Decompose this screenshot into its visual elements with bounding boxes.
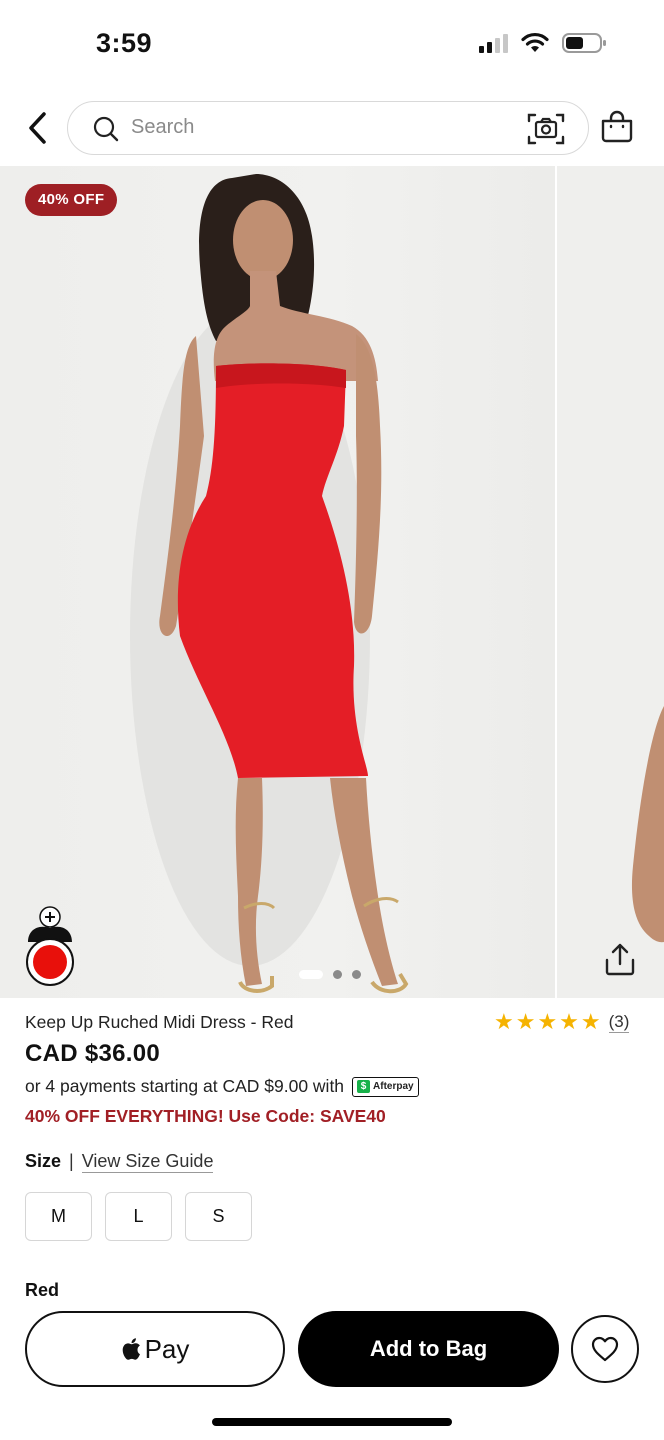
share-button[interactable]: [602, 942, 638, 983]
wifi-icon: [521, 32, 549, 52]
size-option-l[interactable]: L: [105, 1192, 172, 1241]
top-nav: Search: [0, 96, 664, 162]
carousel-dot[interactable]: [333, 970, 342, 979]
apple-pay-label: Pay: [144, 1333, 190, 1364]
live-video-button[interactable]: [24, 906, 76, 986]
status-icons: [479, 32, 608, 54]
status-bar: 3:59: [0, 0, 664, 90]
next-image-arm: [631, 706, 664, 943]
installment-text: or 4 payments starting at CAD $9.00 with: [25, 1076, 345, 1096]
apple-logo-icon: [122, 1338, 140, 1360]
search-input[interactable]: Search: [67, 101, 589, 155]
afterpay-label: Afterpay: [373, 1081, 414, 1092]
apple-pay-button[interactable]: Pay: [25, 1311, 285, 1387]
afterpay-badge[interactable]: $ Afterpay: [352, 1076, 419, 1097]
promo-message: 40% OFF EVERYTHING! Use Code: SAVE40: [25, 1106, 386, 1126]
product-rating[interactable]: ★★★★★ (3): [494, 1009, 630, 1034]
product-image: [0, 166, 555, 998]
installment-info: or 4 payments starting at CAD $9.00 with…: [25, 1076, 419, 1097]
carousel-dot[interactable]: [299, 970, 323, 979]
cellular-signal-icon: [479, 33, 508, 53]
size-options: M L S: [25, 1192, 252, 1241]
back-button[interactable]: [20, 108, 54, 148]
review-count-link[interactable]: (3): [608, 1012, 630, 1033]
size-header: Size | View Size Guide: [25, 1150, 214, 1173]
carousel-dot[interactable]: [352, 970, 361, 979]
status-time: 3:59: [96, 28, 153, 58]
size-label: Size: [25, 1151, 62, 1171]
product-title: Keep Up Ruched Midi Dress - Red: [25, 1012, 294, 1032]
shopping-bag-icon: [601, 110, 633, 143]
home-indicator[interactable]: [212, 1418, 452, 1426]
size-option-m[interactable]: M: [25, 1192, 92, 1241]
share-icon: [605, 943, 635, 976]
model-figure: [130, 174, 409, 994]
wishlist-button[interactable]: [571, 1315, 639, 1383]
camera-scan-icon[interactable]: [526, 111, 566, 147]
product-price: CAD $36.00: [25, 1040, 161, 1067]
selected-color-label: Red: [25, 1280, 60, 1300]
size-option-s[interactable]: S: [185, 1192, 252, 1241]
live-record-icon: [26, 906, 74, 986]
shopping-bag-button[interactable]: [600, 110, 634, 149]
size-separator: |: [69, 1151, 74, 1171]
size-guide-link[interactable]: View Size Guide: [81, 1150, 214, 1173]
next-product-image: [557, 166, 664, 998]
star-rating-icons: ★★★★★: [494, 1009, 603, 1034]
add-to-bag-button[interactable]: Add to Bag: [298, 1311, 559, 1387]
battery-icon: [562, 33, 606, 53]
heart-icon: [591, 1336, 619, 1362]
search-placeholder: Search: [131, 116, 195, 138]
product-image-gallery[interactable]: 40% OFF: [0, 166, 664, 998]
search-icon: [93, 116, 119, 142]
carousel-dots[interactable]: [299, 970, 361, 979]
discount-badge: 40% OFF: [25, 184, 118, 216]
afterpay-logo-icon: $: [357, 1080, 371, 1093]
chevron-left-icon: [29, 112, 46, 144]
